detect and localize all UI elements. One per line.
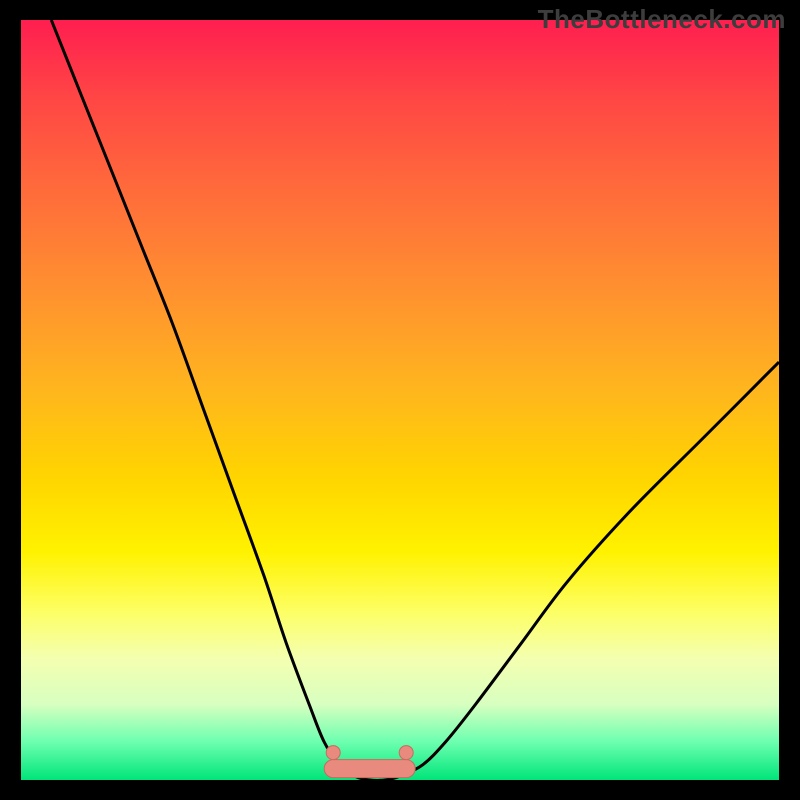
- bottleneck-curve-path: [51, 20, 779, 780]
- chart-overlay: [21, 20, 779, 780]
- plateau-marker: [324, 746, 415, 778]
- watermark-text: TheBottleneck.com: [538, 4, 786, 35]
- chart-frame: TheBottleneck.com: [0, 0, 800, 800]
- plateau-end-right: [399, 746, 413, 760]
- plateau-pill: [324, 760, 415, 778]
- plateau-end-left: [326, 746, 340, 760]
